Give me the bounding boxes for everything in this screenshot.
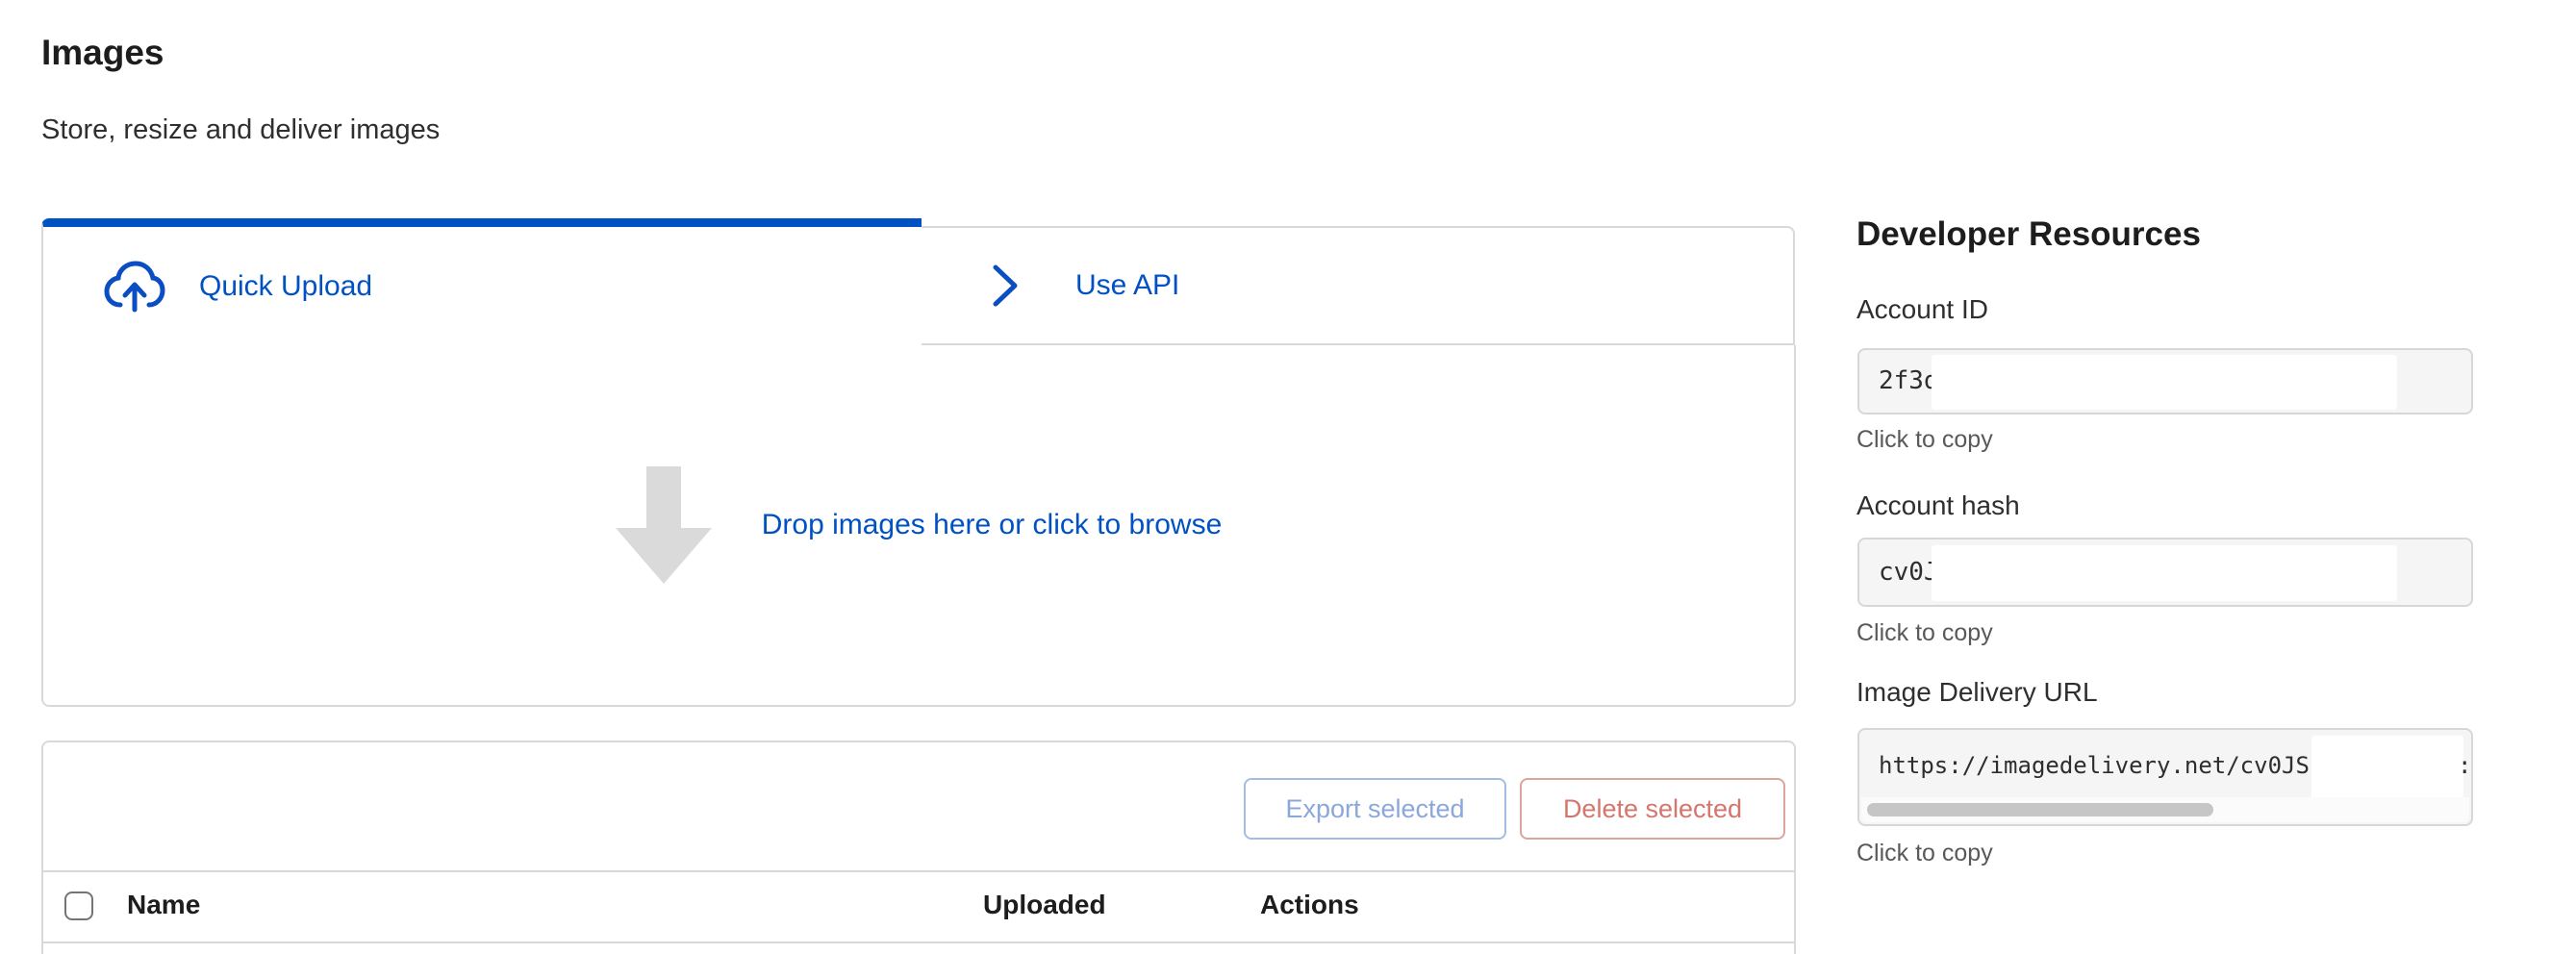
account-id-field[interactable]: 2f3d: [1857, 348, 2473, 414]
tab-quick-upload-label: Quick Upload: [199, 270, 372, 303]
image-delivery-url-label: Image Delivery URL: [1856, 677, 2098, 708]
account-id-value: 2f3d: [1879, 350, 1939, 413]
image-delivery-url-partial-char: :: [2458, 730, 2471, 801]
page-title: Images: [41, 33, 164, 73]
column-header-actions: Actions: [1260, 890, 1359, 920]
select-all-checkbox[interactable]: [64, 891, 93, 920]
upload-dropzone[interactable]: Drop images here or click to browse: [41, 345, 1796, 707]
image-delivery-url-value: https://imagedelivery.net/cv0JS: [1879, 730, 2310, 801]
dropzone-label: Drop images here or click to browse: [762, 509, 1223, 541]
image-delivery-url-copy-hint: Click to copy: [1856, 840, 1993, 867]
column-header-uploaded: Uploaded: [983, 890, 1106, 920]
redaction-overlay: [2311, 736, 2463, 799]
account-hash-label: Account hash: [1856, 490, 2020, 521]
redaction-overlay: [1932, 355, 2397, 410]
field-scrollbar-thumb[interactable]: [1867, 803, 2213, 816]
export-selected-button[interactable]: Export selected: [1244, 778, 1506, 840]
tab-quick-upload[interactable]: Quick Upload: [41, 218, 922, 345]
arrow-down-icon: [616, 466, 712, 584]
image-list-container: Export selected Delete selected Name Upl…: [41, 741, 1796, 954]
images-dashboard-page: Images Store, resize and deliver images …: [0, 0, 2576, 954]
cloud-upload-icon: [103, 260, 166, 314]
account-hash-copy-hint: Click to copy: [1856, 619, 1993, 647]
table-header-row: Name Uploaded Actions: [43, 872, 1794, 943]
account-id-copy-hint: Click to copy: [1856, 426, 1993, 454]
tab-use-api-label: Use API: [1075, 269, 1179, 302]
image-delivery-url-field[interactable]: https://imagedelivery.net/cv0JS :: [1857, 728, 2473, 826]
chevron-right-icon: [989, 263, 1022, 309]
delete-selected-button[interactable]: Delete selected: [1520, 778, 1785, 840]
list-toolbar: Export selected Delete selected: [43, 742, 1794, 872]
field-scrollbar-track: [1861, 797, 2469, 822]
column-header-name: Name: [127, 890, 200, 920]
page-subtitle: Store, resize and deliver images: [41, 114, 440, 146]
tab-use-api[interactable]: Use API: [920, 226, 1795, 345]
account-hash-value: cv0J: [1879, 540, 1939, 605]
account-id-label: Account ID: [1856, 294, 1988, 325]
redaction-overlay: [1932, 545, 2397, 601]
account-hash-field[interactable]: cv0J: [1857, 538, 2473, 607]
developer-resources-title: Developer Resources: [1856, 215, 2201, 254]
